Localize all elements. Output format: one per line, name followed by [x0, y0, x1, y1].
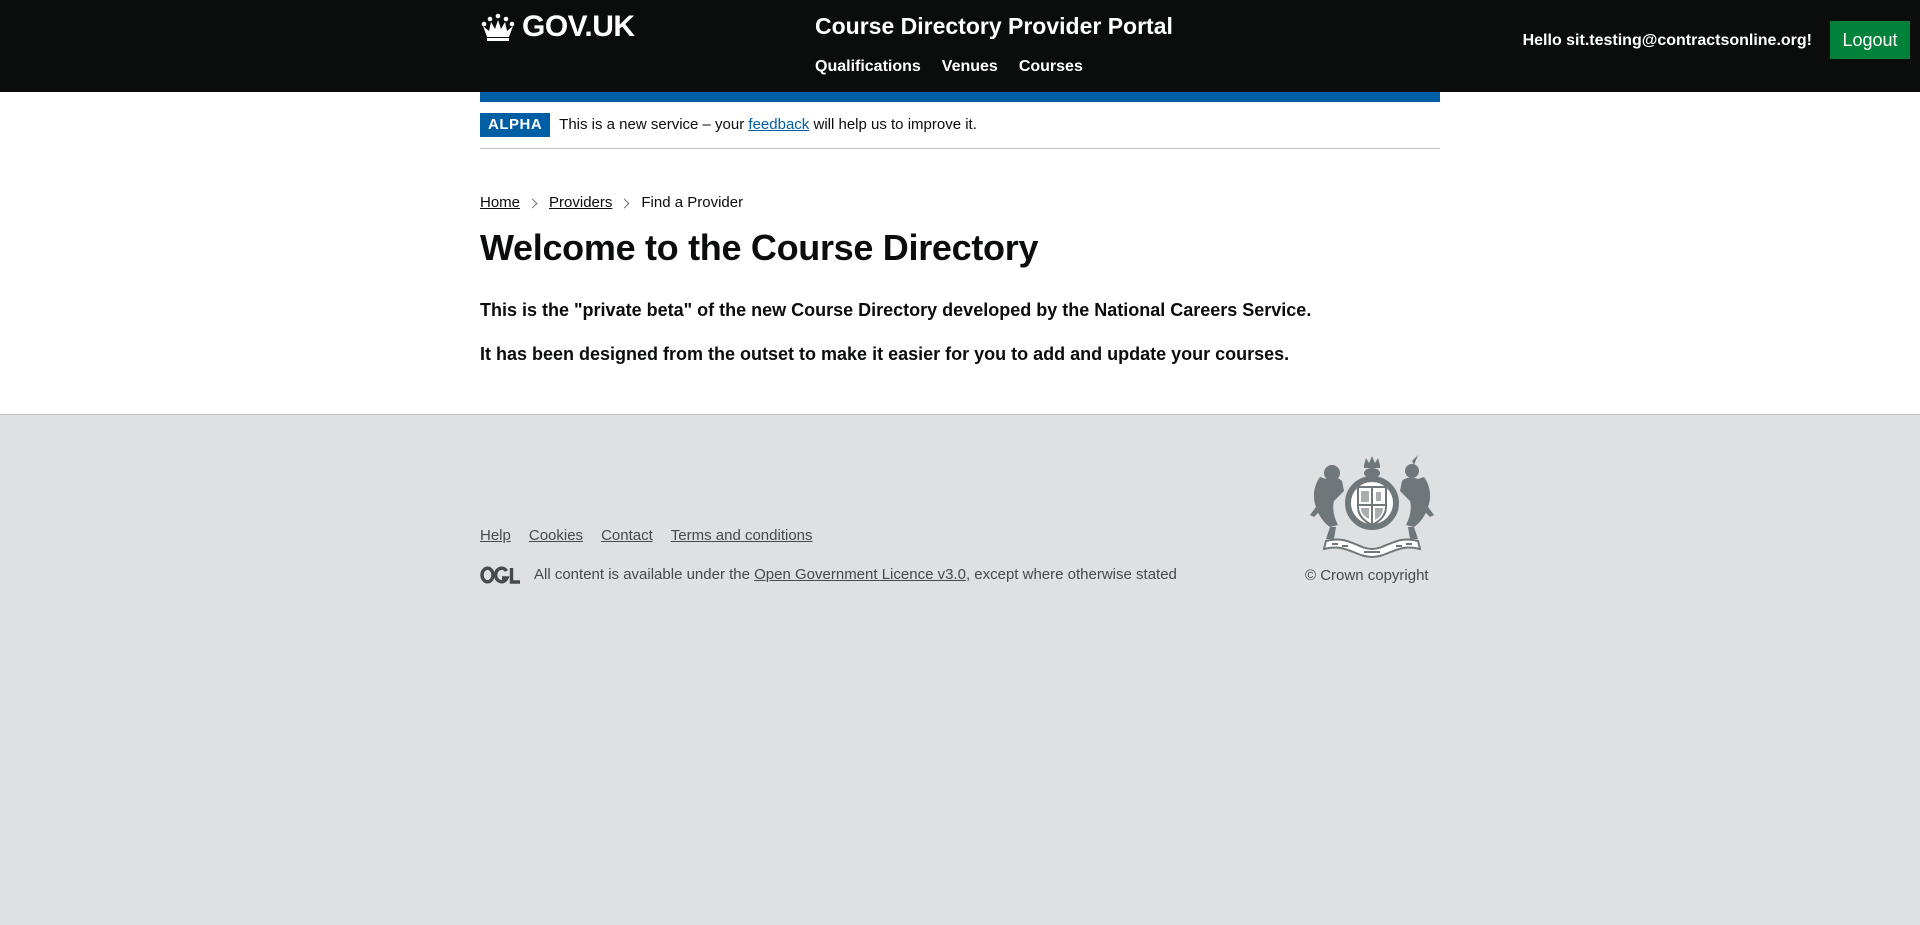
phase-tag: ALPHA [480, 113, 551, 137]
footer-link-contact[interactable]: Contact [601, 526, 653, 546]
footer-link-terms[interactable]: Terms and conditions [671, 526, 813, 546]
page-title: Welcome to the Course Directory [480, 227, 1039, 268]
licence-text-after: , except where otherwise stated [965, 566, 1177, 583]
logout-button[interactable]: Logout [1830, 21, 1910, 59]
breadcrumb-home[interactable]: Home [480, 193, 520, 213]
crown-copyright-link[interactable]: © Crown copyright [1305, 567, 1429, 584]
crown-copyright: © Crown copyright [1305, 566, 1429, 586]
primary-navigation: Qualifications Venues Courses [815, 56, 1104, 78]
royal-coat-of-arms-icon [1308, 455, 1436, 559]
phase-text-after: will help us to improve it. [809, 116, 977, 133]
phase-banner: ALPHA This is a new service – your feedb… [480, 113, 1440, 149]
breadcrumb-current: Find a Provider [641, 194, 744, 211]
phase-text-before: This is a new service – your [559, 116, 749, 133]
user-greeting: Hello sit.testing@contractsonline.org! [1522, 32, 1812, 49]
govuk-logo-link[interactable]: GOV.UK [480, 10, 635, 44]
govuk-logo-text: GOV.UK [522, 10, 635, 43]
site-header: GOV.UK Course Directory Provider Portal … [0, 0, 1920, 92]
main-content: ALPHA This is a new service – your feedb… [0, 92, 1920, 415]
footer-link-cookies[interactable]: Cookies [529, 526, 583, 546]
header-blue-bar [480, 92, 1440, 102]
ogl-licence-link[interactable]: Open Government Licence v3.0 [754, 566, 966, 583]
nav-venues[interactable]: Venues [942, 56, 998, 78]
nav-qualifications[interactable]: Qualifications [815, 56, 921, 78]
footer-link-help[interactable]: Help [480, 526, 511, 546]
feedback-link[interactable]: feedback [748, 116, 809, 133]
service-name-link[interactable]: Course Directory Provider Portal [815, 10, 1173, 42]
crown-icon [480, 12, 516, 42]
breadcrumb-providers[interactable]: Providers [549, 193, 612, 213]
licence-text: All content is available under the Open … [534, 565, 1177, 585]
footer-links: Help Cookies Contact Terms and condition… [480, 526, 831, 546]
nav-courses[interactable]: Courses [1019, 56, 1083, 78]
chevron-right-icon [619, 198, 630, 208]
intro-paragraph-1: This is the "private beta" of the new Co… [480, 300, 1312, 320]
licence-info: All content is available under the Open … [480, 565, 1177, 585]
ogl-logo-icon [480, 566, 522, 584]
breadcrumb: Home Providers Find a Provider [480, 193, 743, 213]
licence-text-before: All content is available under the [534, 566, 755, 583]
intro-paragraph-2: It has been designed from the outset to … [480, 344, 1290, 364]
chevron-right-icon [527, 198, 538, 208]
phase-banner-text: This is a new service – your feedback wi… [559, 113, 977, 137]
